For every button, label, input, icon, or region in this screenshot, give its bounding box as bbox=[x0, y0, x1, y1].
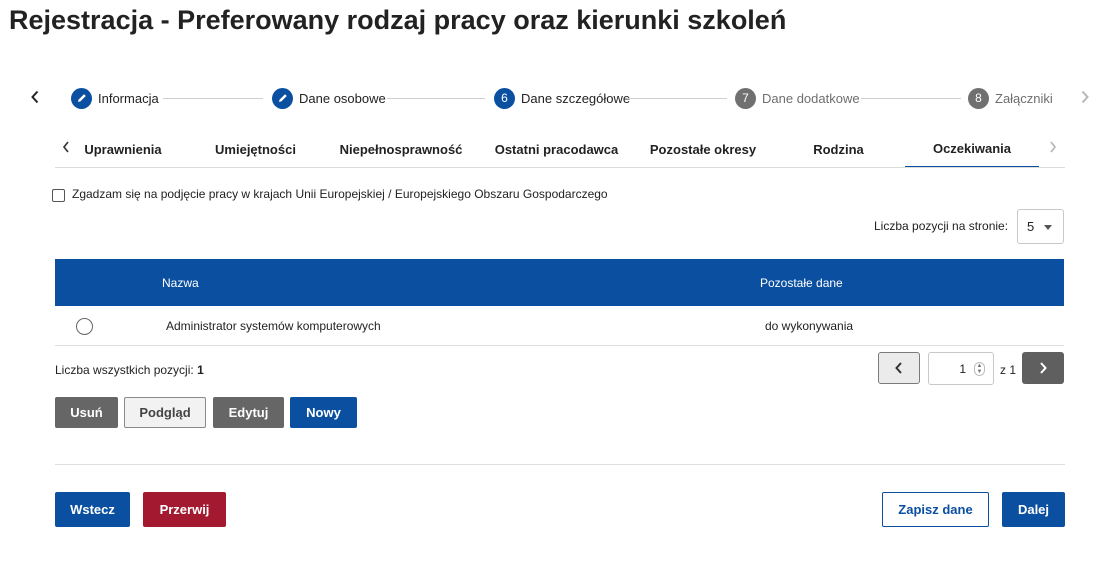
stepper-connector bbox=[163, 98, 263, 99]
chevron-right-icon bbox=[1081, 90, 1089, 104]
footer-divider bbox=[55, 464, 1065, 465]
step-dane-dodatkowe[interactable]: 7 Dane dodatkowe bbox=[735, 87, 860, 109]
step-label: Dane osobowe bbox=[299, 90, 386, 106]
page-number-value: 1 bbox=[959, 361, 966, 376]
total-count: Liczba wszystkich pozycji: 1 bbox=[55, 363, 204, 377]
total-count-label: Liczba wszystkich pozycji: bbox=[55, 363, 194, 377]
page-size-value: 5 bbox=[1027, 219, 1035, 234]
next-button[interactable]: Dalej bbox=[1002, 492, 1065, 527]
pagination-prev-button[interactable] bbox=[878, 352, 920, 384]
cell-pozostale-dane: do wykonywania bbox=[765, 319, 854, 333]
chevron-right-icon bbox=[1040, 362, 1047, 374]
save-button[interactable]: Zapisz dane bbox=[882, 492, 989, 527]
stepper-connector bbox=[861, 98, 961, 99]
page-size-label: Liczba pozycji na stronie: bbox=[874, 219, 1009, 233]
chevron-left-icon bbox=[62, 141, 69, 153]
column-header-nazwa[interactable]: Nazwa bbox=[162, 276, 199, 290]
back-button[interactable]: Wstecz bbox=[55, 492, 130, 527]
step-label: Dane dodatkowe bbox=[762, 90, 860, 106]
edit-button[interactable]: Edytuj bbox=[213, 397, 284, 428]
stepper-connector bbox=[627, 98, 727, 99]
pencil-icon bbox=[272, 87, 293, 109]
page-number-input[interactable]: 1 ▲ ▼ bbox=[928, 352, 994, 385]
abort-button[interactable]: Przerwij bbox=[143, 492, 226, 527]
stepper-connector bbox=[387, 98, 485, 99]
step-informacja[interactable]: Informacja bbox=[71, 87, 159, 109]
eu-work-checkbox-label[interactable]: Zgadzam się na podjęcie pracy w krajach … bbox=[72, 187, 608, 201]
chevron-right-icon bbox=[1050, 141, 1057, 153]
chevron-left-icon bbox=[31, 90, 39, 104]
tab-pozostale-okresy[interactable]: Pozostałe okresy bbox=[643, 130, 763, 168]
total-count-value: 1 bbox=[197, 363, 204, 377]
step-zalaczniki[interactable]: 8 Załączniki bbox=[968, 87, 1053, 109]
table-row[interactable]: Administrator systemów komputerowych do … bbox=[55, 306, 1064, 346]
cell-nazwa: Administrator systemów komputerowych bbox=[166, 319, 381, 333]
tab-oczekiwania[interactable]: Oczekiwania bbox=[905, 130, 1039, 168]
row-select-radio[interactable] bbox=[76, 318, 93, 335]
step-dane-szczegolowe[interactable]: 6 Dane szczegółowe bbox=[494, 87, 630, 109]
page-size-select[interactable]: 5 bbox=[1017, 209, 1064, 244]
pagination-next-button[interactable] bbox=[1022, 352, 1064, 384]
tabs-divider bbox=[55, 167, 1065, 168]
page-total: z 1 bbox=[1000, 363, 1017, 377]
pencil-icon bbox=[71, 87, 92, 109]
tab-ostatni-pracodawca[interactable]: Ostatni pracodawca bbox=[490, 130, 623, 168]
chevron-left-icon bbox=[895, 362, 902, 374]
step-label: Załączniki bbox=[995, 90, 1053, 106]
step-number: 7 bbox=[735, 87, 756, 109]
tab-uprawnienia[interactable]: Uprawnienia bbox=[78, 130, 168, 168]
new-button[interactable]: Nowy bbox=[290, 397, 357, 428]
tabs-prev-button[interactable] bbox=[56, 137, 76, 157]
tabs-next-button[interactable] bbox=[1043, 137, 1063, 157]
eu-work-checkbox[interactable] bbox=[52, 189, 65, 202]
tab-rodzina[interactable]: Rodzina bbox=[796, 130, 881, 168]
step-number: 8 bbox=[968, 87, 989, 109]
delete-button[interactable]: Usuń bbox=[55, 397, 118, 428]
step-label: Dane szczegółowe bbox=[521, 90, 631, 106]
tab-umiejetnosci[interactable]: Umiejętności bbox=[205, 130, 306, 168]
preview-button[interactable]: Podgląd bbox=[124, 397, 206, 428]
page-title: Rejestracja - Preferowany rodzaj pracy o… bbox=[9, 5, 787, 35]
table-header: Nazwa Pozostałe dane bbox=[55, 259, 1064, 306]
caret-down-icon bbox=[1044, 225, 1052, 230]
step-dane-osobowe[interactable]: Dane osobowe bbox=[272, 87, 386, 109]
stepper-prev-button[interactable] bbox=[24, 86, 46, 108]
step-number: 6 bbox=[494, 87, 515, 109]
spinner-icon[interactable]: ▲ ▼ bbox=[974, 362, 985, 376]
step-label: Informacja bbox=[98, 90, 159, 106]
stepper-next-button[interactable] bbox=[1074, 86, 1096, 108]
column-header-pozostale-dane[interactable]: Pozostałe dane bbox=[760, 276, 843, 290]
tab-niepelnosprawnosc[interactable]: Niepełnosprawność bbox=[336, 130, 466, 168]
